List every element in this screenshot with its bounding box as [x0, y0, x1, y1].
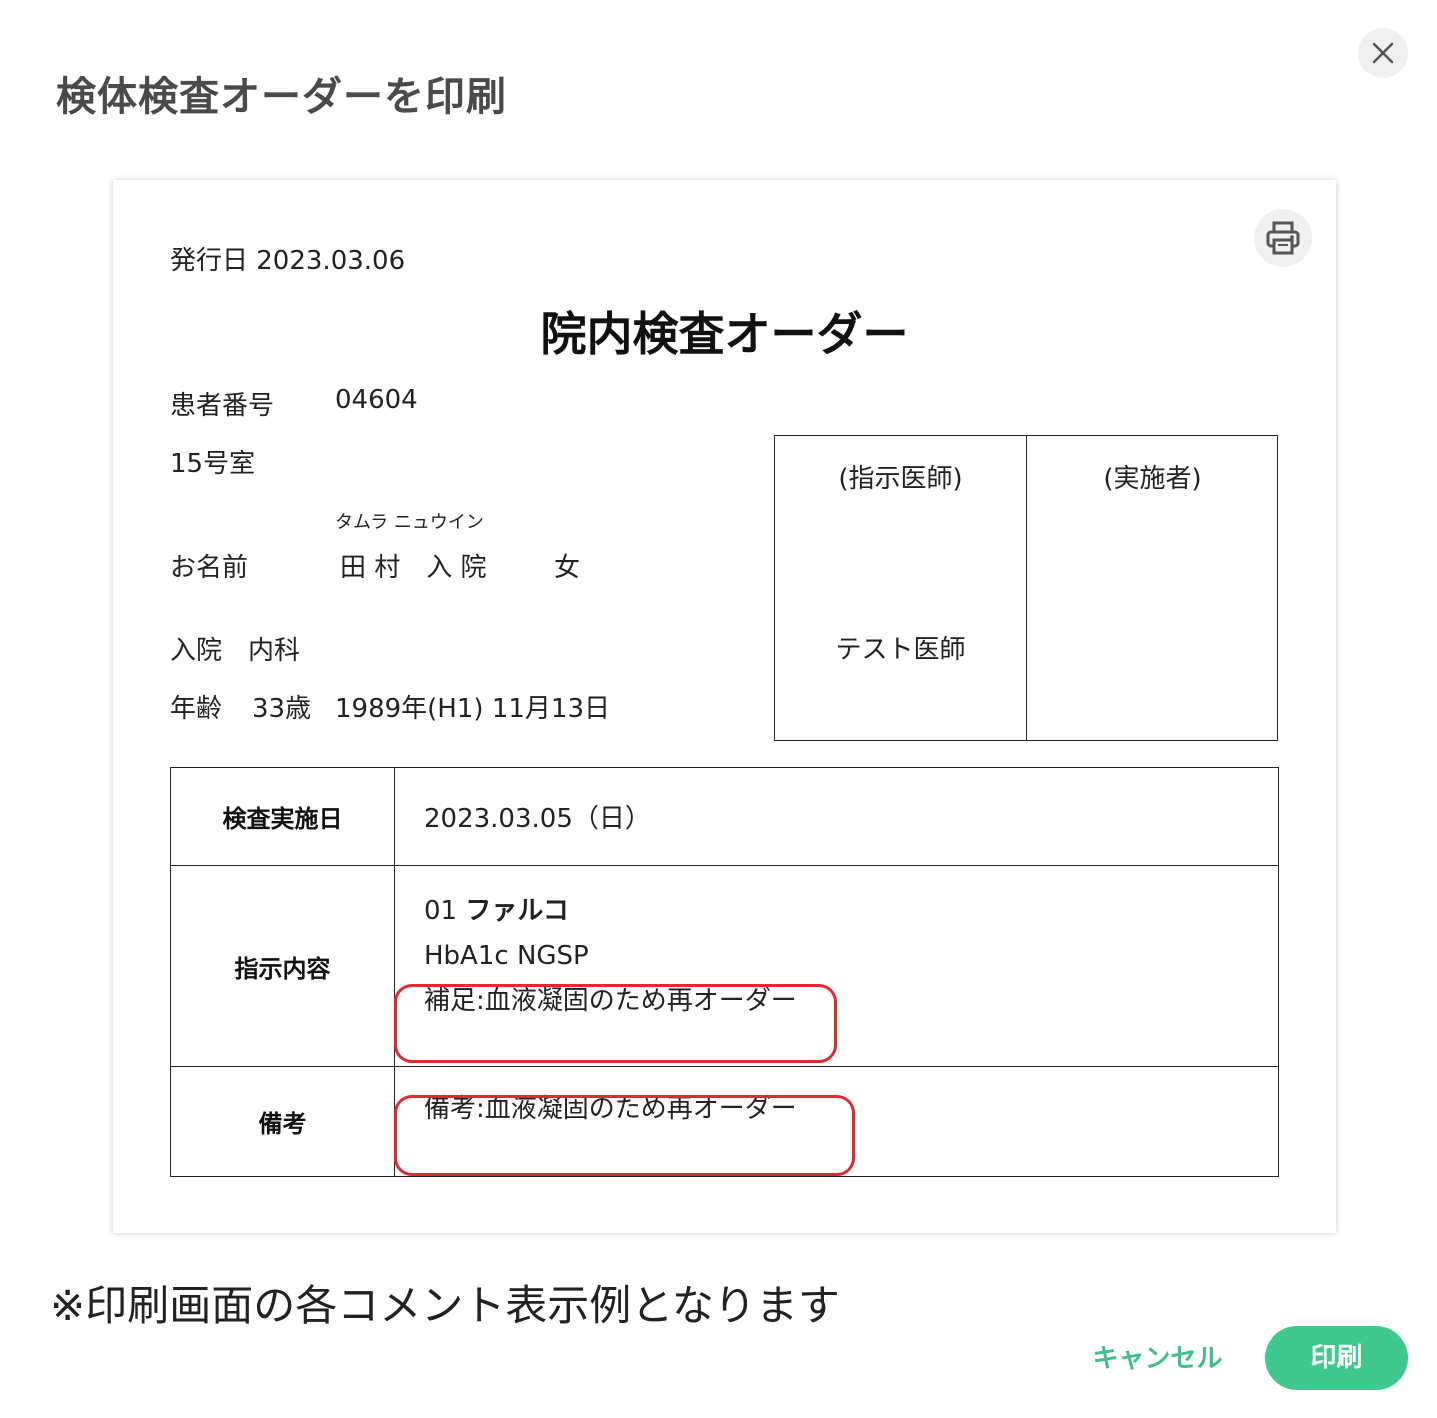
- order-line: 01 ファルコ: [424, 889, 1277, 934]
- ward-department: 入院 内科: [170, 636, 301, 666]
- close-icon: [1372, 42, 1394, 64]
- exam-date-value: 2023.03.05（日）: [394, 767, 1279, 866]
- patient-id: 04604: [335, 385, 418, 415]
- executor-label: (実施者): [1103, 464, 1202, 494]
- remarks-highlight-box: [394, 1095, 855, 1176]
- order-content-header: 指示内容: [170, 865, 395, 1067]
- print-preview-button[interactable]: [1254, 209, 1312, 267]
- close-button[interactable]: [1358, 28, 1408, 78]
- print-button[interactable]: 印刷: [1265, 1326, 1408, 1390]
- age-label: 年齢: [170, 694, 223, 724]
- annotation-note: ※印刷画面の各コメント表示例となります: [50, 1281, 840, 1330]
- order-item: HbA1c NGSP: [424, 940, 589, 971]
- room-number: 15号室: [170, 449, 256, 479]
- patient-age: 33歳: [252, 694, 312, 724]
- patient-name-label: お名前: [170, 553, 249, 583]
- order-name: ファルコ: [465, 895, 569, 926]
- printer-icon: [1266, 221, 1300, 255]
- document-title: 院内検査オーダー: [540, 307, 909, 361]
- patient-id-label: 患者番号: [170, 391, 275, 421]
- patient-birthdate: 1989年(H1) 11月13日: [335, 694, 610, 724]
- exam-date-header: 検査実施日: [170, 767, 395, 866]
- ordering-doctor-label: (指示医師): [838, 464, 963, 494]
- patient-sex: 女: [554, 553, 581, 583]
- patient-name: 田 村 入 院: [340, 553, 487, 583]
- remarks-header: 備考: [170, 1066, 395, 1177]
- supplement-highlight-box: [394, 984, 837, 1063]
- order-number: 01: [424, 895, 458, 926]
- print-preview-sheet: 発行日 2023.03.06 院内検査オーダー 患者番号 04604 15号室 …: [113, 180, 1336, 1233]
- table-row: 検査実施日 2023.03.05（日）: [170, 767, 1279, 866]
- ordering-doctor-name: テスト医師: [835, 635, 966, 665]
- dialog-title: 検体検査オーダーを印刷: [56, 74, 507, 120]
- signature-box: (指示医師) テスト医師 (実施者): [774, 435, 1278, 741]
- patient-name-kana: タムラ ニュウイン: [335, 512, 484, 533]
- cancel-button[interactable]: キャンセル: [1080, 1334, 1235, 1384]
- issue-date: 発行日 2023.03.06: [170, 246, 406, 276]
